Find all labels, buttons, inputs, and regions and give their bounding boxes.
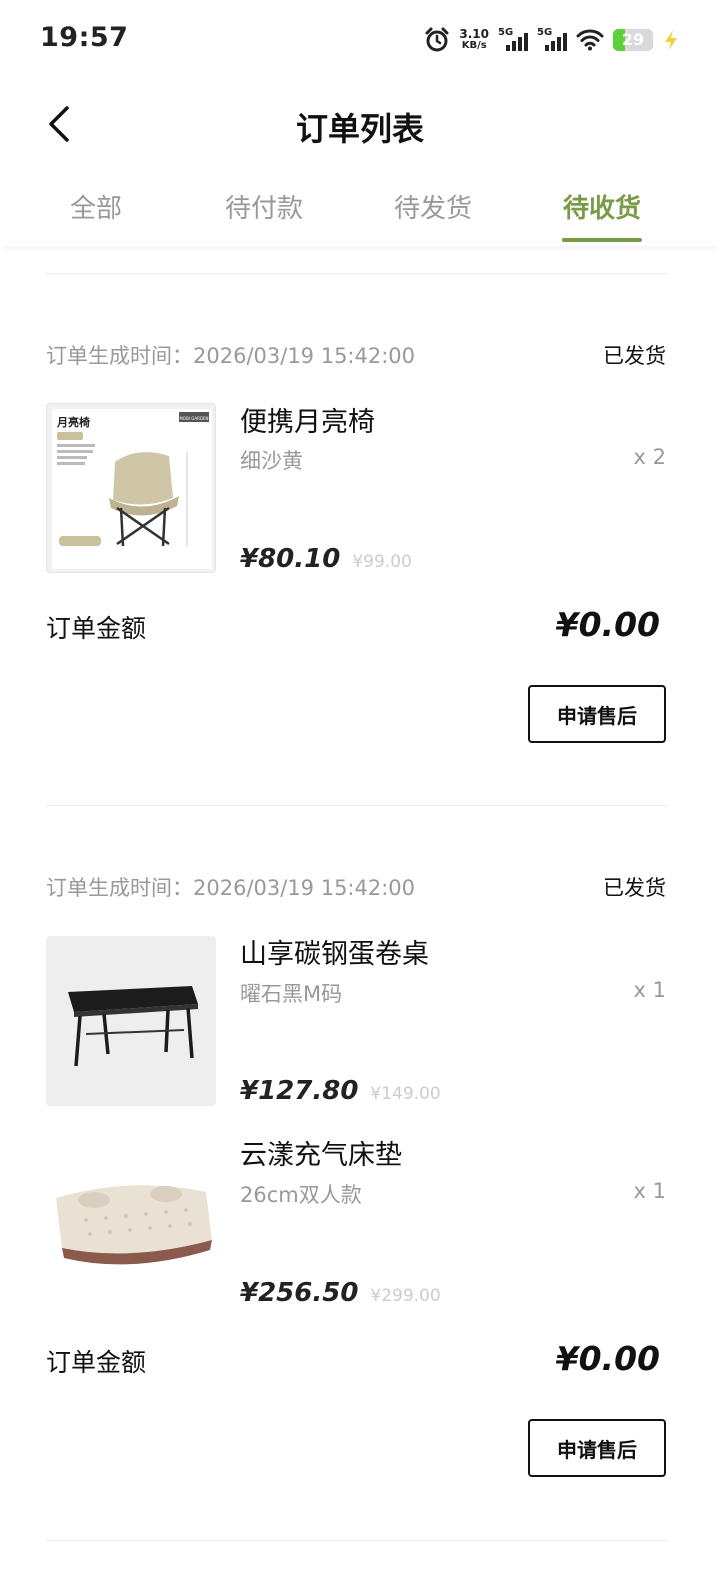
product-name: 云漾充气床垫 [240, 1140, 402, 1171]
product-name: 便携月亮椅 [240, 407, 375, 438]
order-status: 已发货 [603, 344, 666, 368]
battery-level: 29 [621, 30, 645, 49]
charging-bolt-icon [665, 30, 677, 50]
product-spec: 细沙黄 [240, 449, 303, 473]
product-quantity: x 1 [633, 1179, 666, 1203]
moon-chair-image: 月亮椅 MOBI GARDEN [52, 409, 212, 569]
product-image[interactable]: 月亮椅 MOBI GARDEN [46, 403, 216, 573]
price-current: ¥256.50 [240, 1278, 359, 1308]
status-time: 19:57 [40, 22, 129, 53]
order-time: 订单生成时间：2026/03/19 15:42:00 [46, 344, 416, 368]
price-original: ¥99.00 [352, 552, 412, 572]
order-status: 已发货 [603, 876, 666, 900]
product-price: ¥256.50 ¥299.00 [240, 1278, 441, 1308]
net-speed-value: 3.10 [459, 27, 489, 41]
tab-all[interactable]: 全部 [36, 188, 156, 225]
net-speed: 3.10 KB/s [459, 28, 489, 52]
tab-pending-payment[interactable]: 待付款 [204, 188, 324, 225]
product-price: ¥127.80 ¥149.00 [240, 1076, 441, 1106]
table-image [68, 986, 198, 1067]
divider [46, 805, 668, 806]
wifi-icon [576, 29, 604, 51]
page-title: 订单列表 [295, 110, 424, 148]
order-total-label: 订单金额 [46, 1348, 147, 1377]
price-original: ¥149.00 [370, 1084, 441, 1104]
product-image[interactable] [46, 1136, 216, 1306]
order-total-amount: ¥0.00 [555, 1339, 660, 1378]
order-tabs: 全部 待付款 待发货 待收货 [0, 170, 720, 246]
image-caption: 月亮椅 [56, 415, 90, 429]
status-icons: 3.10 KB/s 5G 5G 29 [424, 24, 680, 56]
price-current: ¥80.10 [240, 544, 341, 574]
order-total-label: 订单金额 [46, 614, 147, 643]
after-sales-button[interactable]: 申请售后 [528, 1419, 666, 1477]
order-total-amount: ¥0.00 [555, 605, 660, 644]
product-spec: 曜石黑M码 [240, 982, 343, 1006]
divider [46, 273, 668, 274]
product-quantity: x 1 [633, 978, 666, 1002]
product-spec: 26cm双人款 [240, 1183, 362, 1207]
order-time: 订单生成时间：2026/03/19 15:42:00 [46, 876, 416, 900]
product-price: ¥80.10 ¥99.00 [240, 544, 412, 574]
battery-icon: 29 [613, 29, 653, 51]
divider [46, 1540, 668, 1541]
nav-bar: 订单列表 [0, 80, 720, 170]
net-speed-unit: KB/s [461, 40, 487, 51]
air-mattress-image [56, 1185, 212, 1265]
cell-signal-1-icon: 5G [498, 27, 528, 53]
image-brand: MOBI GARDEN [179, 416, 208, 421]
cell-signal-2-icon: 5G [537, 27, 567, 53]
product-quantity: x 2 [633, 445, 666, 469]
status-bar: 19:57 3.10 KB/s 5G 5G 29 [0, 0, 720, 80]
price-current: ¥127.80 [240, 1076, 359, 1106]
tab-pending-receipt[interactable]: 待收货 [542, 188, 662, 225]
price-original: ¥299.00 [370, 1286, 441, 1306]
product-image[interactable] [46, 936, 216, 1106]
after-sales-button[interactable]: 申请售后 [528, 685, 666, 743]
tab-pending-shipment[interactable]: 待发货 [373, 188, 493, 225]
active-tab-indicator [562, 238, 642, 242]
alarm-clock-icon [425, 27, 449, 52]
product-name: 山享碳钢蛋卷桌 [240, 939, 429, 970]
